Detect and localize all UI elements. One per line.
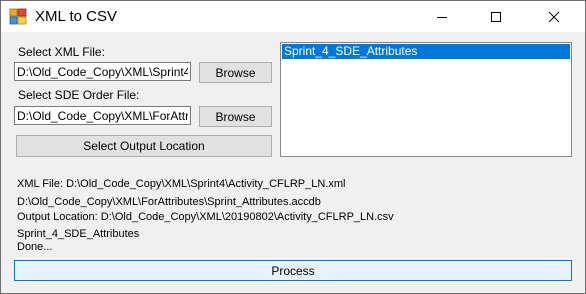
close-button[interactable] (531, 1, 577, 32)
close-icon (548, 11, 560, 22)
minimize-button[interactable] (419, 1, 465, 32)
xml-to-csv-app-icon (9, 8, 27, 25)
xml-file-input[interactable] (14, 62, 191, 81)
sde-browse-button[interactable]: Browse (199, 106, 272, 127)
main-window: XML to CSV Select XML File: Browse Selec… (0, 0, 586, 294)
window-title: XML to CSV (35, 8, 117, 25)
xml-file-label: Select XML File: (18, 45, 105, 59)
status-sde-file: D:\Old_Code_Copy\XML\ForAttributes\Sprin… (17, 196, 321, 208)
minimize-icon (437, 16, 447, 18)
status-output-location: Output Location: D:\Old_Code_Copy\XML\20… (17, 211, 394, 223)
title-bar[interactable]: XML to CSV (1, 1, 585, 32)
attribute-listbox[interactable]: Sprint_4_SDE_Attributes (280, 42, 572, 157)
select-output-location-button[interactable]: Select Output Location (16, 135, 272, 157)
list-item[interactable]: Sprint_4_SDE_Attributes (282, 44, 570, 59)
xml-browse-button[interactable]: Browse (199, 62, 272, 83)
maximize-icon (491, 11, 501, 22)
process-button[interactable]: Process (14, 260, 572, 281)
status-done: Done... (17, 241, 53, 253)
maximize-button[interactable] (473, 1, 519, 32)
status-xml-file: XML File: D:\Old_Code_Copy\XML\Sprint4\A… (17, 178, 346, 190)
status-attribute-set: Sprint_4_SDE_Attributes (17, 228, 140, 240)
sde-order-file-input[interactable] (14, 106, 191, 125)
sde-order-file-label: Select SDE Order File: (18, 88, 140, 102)
